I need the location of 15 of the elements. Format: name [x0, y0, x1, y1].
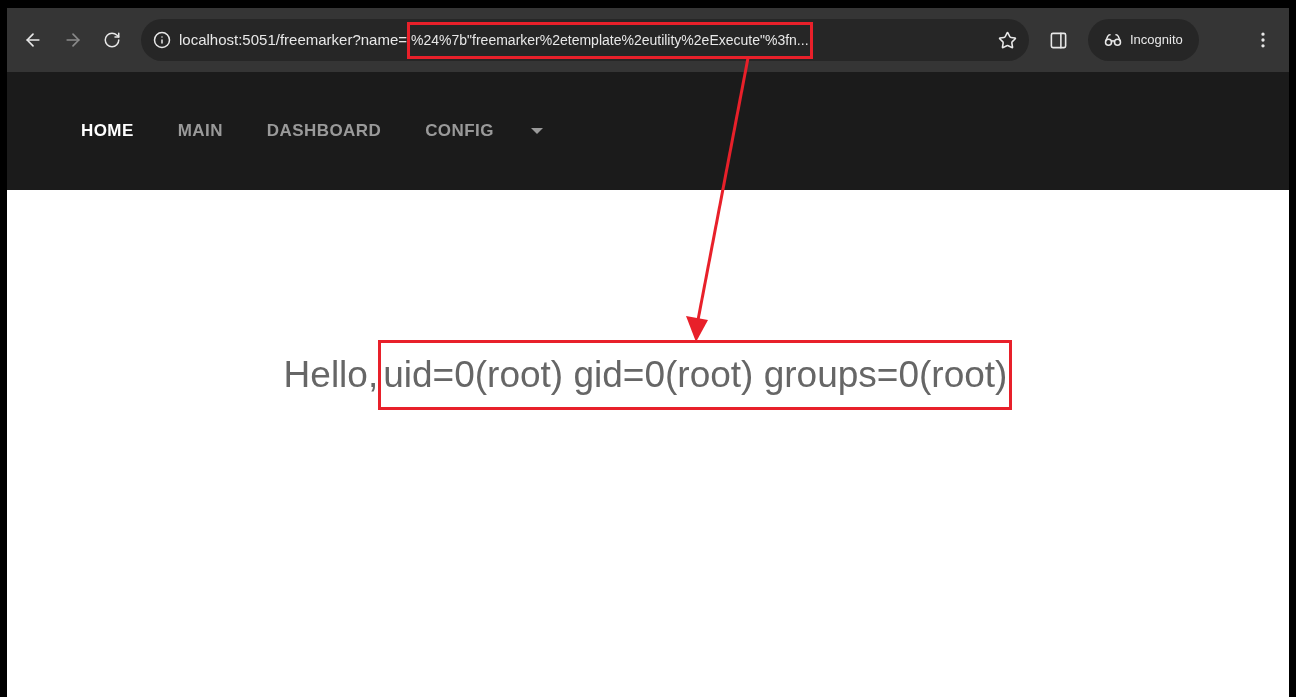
url-text: localhost:5051/freemarker?name=: [179, 29, 408, 50]
nav-link[interactable]: DASHBOARD: [259, 118, 389, 144]
highlighted-output-text: uid=0(root) gid=0(root) groups=0(root): [378, 340, 1013, 410]
nav-link[interactable]: MAIN: [170, 118, 230, 144]
reload-icon[interactable]: [103, 31, 121, 49]
nav-link[interactable]: CONFIG: [418, 118, 501, 144]
highlighted-url-text: %24%7b"freemarker%2etemplate%2eutility%2eExecute"%3fn...: [407, 21, 813, 59]
side-panel-icon[interactable]: [1049, 30, 1068, 50]
nav-link[interactable]: HOME: [74, 118, 141, 144]
address-bar[interactable]: localhost:5051/freemarker?name= %24%7b"freemarker%2etemplate%2eutility%2eExecute"%3fn...: [141, 19, 1029, 61]
dropdown-caret-icon[interactable]: [530, 128, 543, 134]
greeting-text: Hello,: [283, 353, 379, 398]
info-icon[interactable]: [153, 31, 171, 49]
bookmark-star-icon[interactable]: [998, 30, 1017, 50]
incognito-badge[interactable]: Incognito: [1088, 19, 1199, 61]
